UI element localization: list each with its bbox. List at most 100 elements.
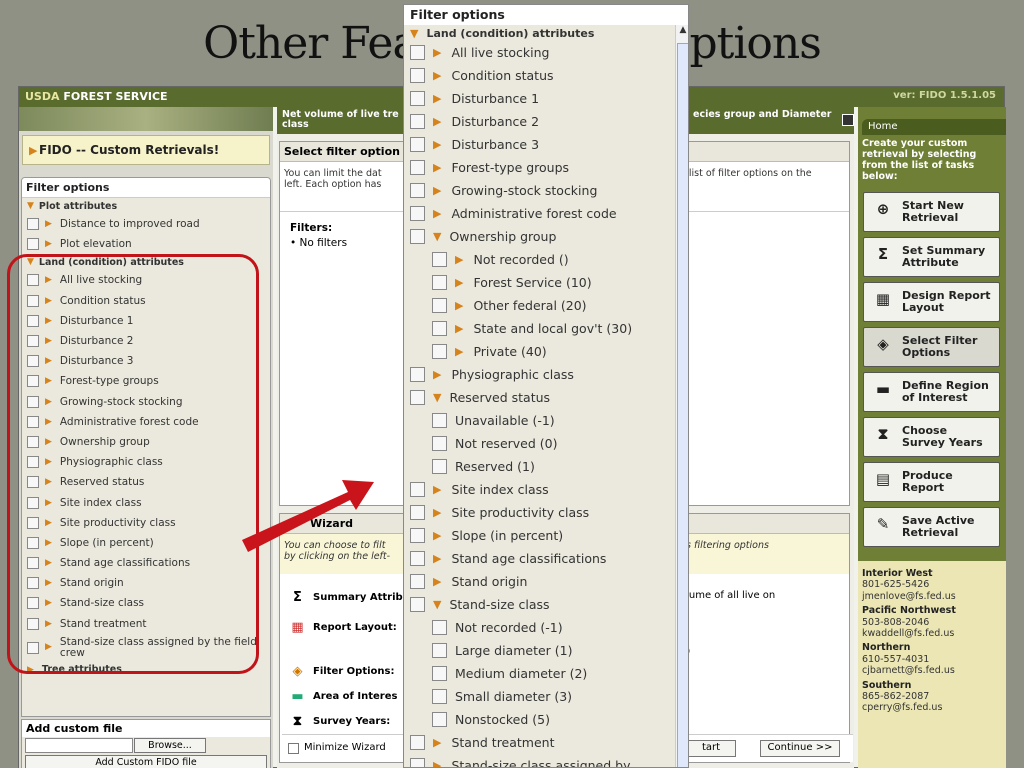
expand-right-icon[interactable]: ▶ <box>433 207 441 220</box>
list-item[interactable]: ▶ All live stocking <box>404 41 688 64</box>
expand-right-icon[interactable]: ▶ <box>433 161 441 174</box>
browse-button[interactable]: Browse... <box>134 738 206 753</box>
list-item[interactable]: Not recorded (-1) <box>404 616 688 639</box>
checkbox[interactable] <box>432 436 447 451</box>
minimize-wizard-checkbox[interactable] <box>288 743 299 754</box>
list-item[interactable]: ▶ Condition status <box>404 64 688 87</box>
list-item[interactable]: ▶ Forest Service (10) <box>404 271 688 294</box>
checkbox[interactable] <box>432 459 447 474</box>
checkbox[interactable] <box>410 574 425 589</box>
expand-right-icon[interactable]: ▶ <box>455 322 463 335</box>
list-item[interactable]: ▶ Stand-size class assigned by <box>404 754 688 767</box>
list-item[interactable]: ▶ Disturbance 3 <box>404 133 688 156</box>
expand-right-icon[interactable]: ▶ <box>455 276 463 289</box>
checkbox[interactable] <box>410 206 425 221</box>
home-tab[interactable]: Home <box>862 119 1006 135</box>
list-item[interactable]: ▶ Stand origin <box>404 570 688 593</box>
checkbox[interactable] <box>410 183 425 198</box>
expand-right-icon[interactable]: ▶ <box>433 92 441 105</box>
expand-right-icon[interactable]: ▶ <box>45 239 52 249</box>
maximize-icon[interactable] <box>842 114 854 126</box>
expand-down-icon[interactable]: ▼ <box>27 201 34 211</box>
expand-down-icon[interactable]: ▼ <box>433 391 441 404</box>
scroll-up-icon[interactable]: ▲ <box>676 25 688 35</box>
checkbox[interactable] <box>410 758 425 767</box>
list-item[interactable]: ▶ Forest-type groups <box>404 156 688 179</box>
list-item[interactable]: ▶ Site index class <box>404 478 688 501</box>
list-item[interactable]: ▶ Other federal (20) <box>404 294 688 317</box>
task-button-report[interactable]: ▤ Produce Report <box>863 461 1000 502</box>
list-item[interactable]: Unavailable (-1) <box>404 409 688 432</box>
checkbox[interactable] <box>432 413 447 428</box>
group-plot-attributes[interactable]: ▼ Plot attributes <box>22 198 270 214</box>
list-item[interactable]: ▼ Reserved status <box>404 386 688 409</box>
list-item[interactable]: ▶ Private (40) <box>404 340 688 363</box>
checkbox[interactable] <box>432 321 447 336</box>
task-button-map[interactable]: ▬ Define Region of Interest <box>863 371 1000 412</box>
checkbox[interactable] <box>410 160 425 175</box>
expand-right-icon[interactable]: ▶ <box>433 506 441 519</box>
task-button-hourglass[interactable]: ⧗ Choose Survey Years <box>863 416 1000 457</box>
checkbox[interactable] <box>432 252 447 267</box>
add-custom-fido-file-button[interactable]: Add Custom FIDO file <box>25 755 267 768</box>
checkbox[interactable] <box>432 298 447 313</box>
list-item[interactable]: ▶ Site productivity class <box>404 501 688 524</box>
checkbox[interactable] <box>410 45 425 60</box>
expand-right-icon[interactable]: ▶ <box>433 69 441 82</box>
list-item[interactable]: ▶ Slope (in percent) <box>404 524 688 547</box>
expand-right-icon[interactable]: ▶ <box>433 46 441 59</box>
checkbox[interactable] <box>410 390 425 405</box>
expand-right-icon[interactable]: ▶ <box>433 759 441 767</box>
checkbox[interactable] <box>410 482 425 497</box>
list-item[interactable]: ▼ Stand-size class <box>404 593 688 616</box>
list-item[interactable]: ▶ Administrative forest code <box>404 202 688 225</box>
checkbox[interactable] <box>410 735 425 750</box>
task-button-save[interactable]: ✎ Save Active Retrieval <box>863 506 1000 547</box>
custom-file-path-input[interactable] <box>25 738 133 753</box>
scroll-thumb[interactable] <box>677 43 688 767</box>
list-item[interactable]: Not reserved (0) <box>404 432 688 455</box>
expand-right-icon[interactable]: ▶ <box>433 115 441 128</box>
checkbox[interactable] <box>410 114 425 129</box>
list-item[interactable]: ▶ Not recorded () <box>404 248 688 271</box>
checkbox[interactable] <box>27 238 39 251</box>
task-button-grid[interactable]: ▦ Design Report Layout <box>863 281 1000 322</box>
expand-right-icon[interactable]: ▶ <box>455 299 463 312</box>
checkbox[interactable] <box>410 68 425 83</box>
checkbox[interactable] <box>410 528 425 543</box>
checkbox[interactable] <box>410 597 425 612</box>
continue-button[interactable]: Continue >> <box>760 740 840 757</box>
expand-down-icon[interactable]: ▼ <box>410 27 418 40</box>
list-item[interactable]: ▶ Distance to improved road <box>22 214 270 234</box>
expand-right-icon[interactable]: ▶ <box>433 184 441 197</box>
list-item[interactable]: ▶ Stand treatment <box>404 731 688 754</box>
checkbox[interactable] <box>410 229 425 244</box>
checkbox[interactable] <box>27 218 39 231</box>
list-item[interactable]: ▶ Plot elevation <box>22 234 270 254</box>
expand-right-icon[interactable]: ▶ <box>433 552 441 565</box>
task-button-target[interactable]: ⊕ Start New Retrieval <box>863 191 1000 232</box>
list-item[interactable]: Nonstocked (5) <box>404 708 688 731</box>
popup-group-land[interactable]: ▼ Land (condition) attributes <box>404 25 688 41</box>
expand-right-icon[interactable]: ▶ <box>433 368 441 381</box>
checkbox[interactable] <box>410 137 425 152</box>
list-item[interactable]: ▶ Disturbance 1 <box>404 87 688 110</box>
expand-right-icon[interactable]: ▶ <box>433 575 441 588</box>
checkbox[interactable] <box>410 367 425 382</box>
expand-right-icon[interactable]: ▶ <box>433 529 441 542</box>
expand-right-icon[interactable]: ▶ <box>433 483 441 496</box>
list-item[interactable]: Reserved (1) <box>404 455 688 478</box>
checkbox[interactable] <box>432 712 447 727</box>
list-item[interactable]: ▶ Stand age classifications <box>404 547 688 570</box>
expand-right-icon[interactable]: ▶ <box>433 736 441 749</box>
list-item[interactable]: ▼ Ownership group <box>404 225 688 248</box>
checkbox[interactable] <box>432 620 447 635</box>
list-item[interactable]: Medium diameter (2) <box>404 662 688 685</box>
task-button-sigma[interactable]: Σ Set Summary Attribute <box>863 236 1000 277</box>
list-item[interactable]: ▶ Growing-stock stocking <box>404 179 688 202</box>
checkbox[interactable] <box>410 551 425 566</box>
list-item[interactable]: ▶ State and local gov't (30) <box>404 317 688 340</box>
expand-right-icon[interactable]: ▶ <box>433 138 441 151</box>
expand-right-icon[interactable]: ▶ <box>455 253 463 266</box>
list-item[interactable]: ▶ Disturbance 2 <box>404 110 688 133</box>
